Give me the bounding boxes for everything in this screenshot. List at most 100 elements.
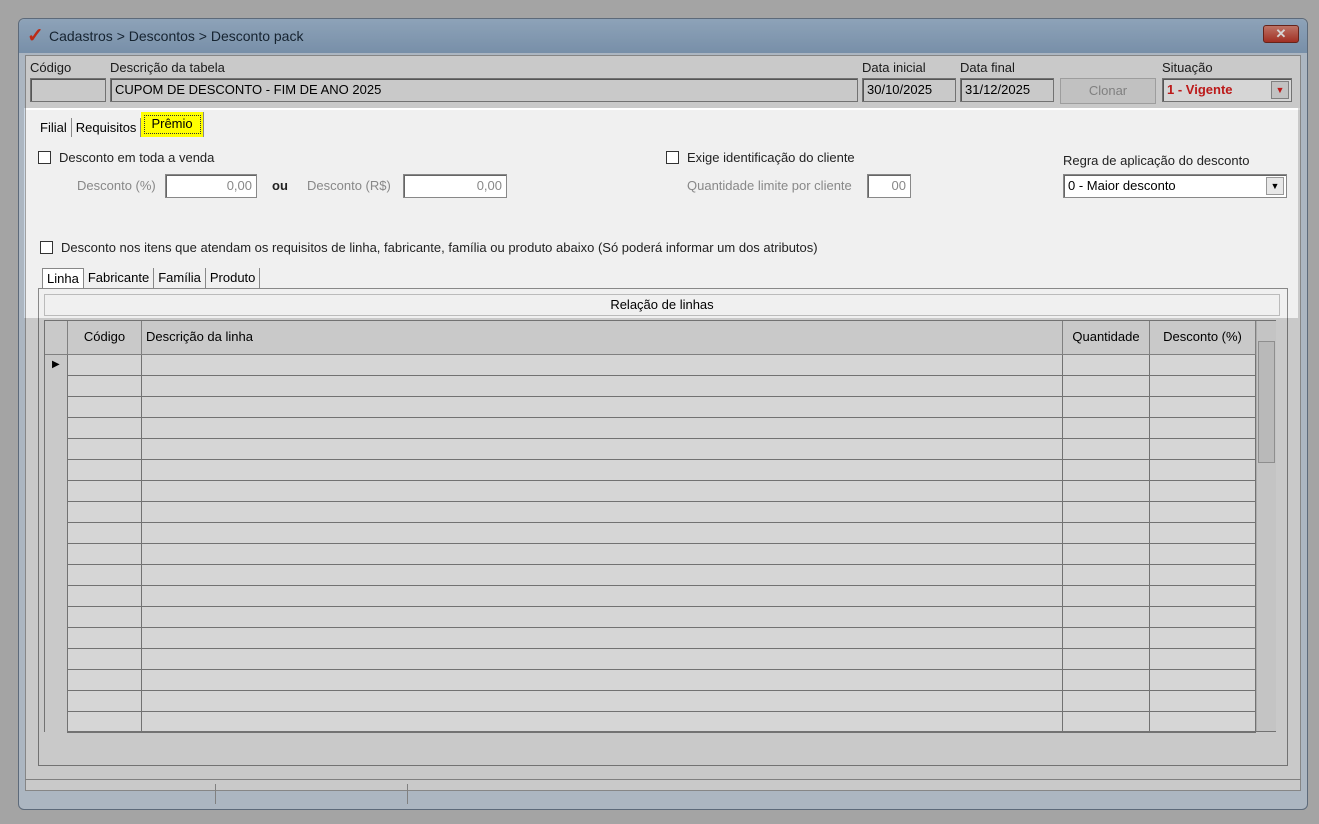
qtd-limite-field[interactable]: 00: [867, 174, 911, 198]
vertical-scrollbar[interactable]: [1256, 321, 1276, 731]
desconto-itens-checkbox[interactable]: [40, 241, 53, 254]
table-cell[interactable]: [1063, 670, 1150, 691]
table-row[interactable]: [45, 502, 1256, 523]
chevron-down-icon[interactable]: ▼: [1266, 177, 1284, 195]
col-codigo[interactable]: Código: [68, 321, 142, 355]
tab-filial[interactable]: Filial: [36, 118, 72, 137]
table-cell[interactable]: [1063, 397, 1150, 418]
clonar-button[interactable]: Clonar: [1060, 78, 1156, 104]
table-cell[interactable]: [1150, 544, 1256, 565]
table-row[interactable]: [45, 481, 1256, 502]
table-cell[interactable]: [1063, 523, 1150, 544]
col-descricao[interactable]: Descrição da linha: [142, 321, 1063, 355]
table-cell[interactable]: [1150, 355, 1256, 376]
table-cell[interactable]: [68, 355, 142, 376]
data-final-field[interactable]: 31/12/2025: [960, 78, 1054, 102]
table-row[interactable]: [45, 397, 1256, 418]
table-cell[interactable]: [68, 376, 142, 397]
table-cell[interactable]: [1063, 376, 1150, 397]
close-button[interactable]: ✕: [1263, 25, 1299, 43]
table-row[interactable]: ▶: [45, 355, 1256, 376]
table-cell[interactable]: [142, 628, 1063, 649]
regra-select[interactable]: 0 - Maior desconto ▼: [1063, 174, 1287, 198]
codigo-field[interactable]: [30, 78, 106, 102]
table-row[interactable]: [45, 523, 1256, 544]
table-cell[interactable]: [142, 376, 1063, 397]
table-cell[interactable]: [1063, 712, 1150, 733]
table-cell[interactable]: [1063, 460, 1150, 481]
desconto-rs-field[interactable]: 0,00: [403, 174, 507, 198]
table-row[interactable]: [45, 544, 1256, 565]
table-cell[interactable]: [68, 565, 142, 586]
table-row[interactable]: [45, 565, 1256, 586]
table-row[interactable]: [45, 439, 1256, 460]
table-row[interactable]: [45, 628, 1256, 649]
table-cell[interactable]: [1063, 691, 1150, 712]
table-row[interactable]: [45, 586, 1256, 607]
table-cell[interactable]: [68, 502, 142, 523]
descricao-field[interactable]: CUPOM DE DESCONTO - FIM DE ANO 2025: [110, 78, 858, 102]
table-cell[interactable]: [142, 712, 1063, 733]
tab-fabricante[interactable]: Fabricante: [84, 268, 155, 288]
table-cell[interactable]: [1063, 355, 1150, 376]
table-cell[interactable]: [68, 649, 142, 670]
table-cell[interactable]: [1063, 565, 1150, 586]
table-row[interactable]: [45, 712, 1256, 733]
table-cell[interactable]: [142, 670, 1063, 691]
tab-produto[interactable]: Produto: [206, 268, 261, 288]
table-cell[interactable]: [68, 481, 142, 502]
table-cell[interactable]: [1150, 460, 1256, 481]
table-cell[interactable]: [1063, 502, 1150, 523]
table-cell[interactable]: [1150, 565, 1256, 586]
table-cell[interactable]: [1063, 628, 1150, 649]
table-row[interactable]: [45, 691, 1256, 712]
table-cell[interactable]: [68, 628, 142, 649]
table-cell[interactable]: [142, 418, 1063, 439]
table-cell[interactable]: [1150, 670, 1256, 691]
table-row[interactable]: [45, 418, 1256, 439]
col-desconto[interactable]: Desconto (%): [1150, 321, 1256, 355]
table-cell[interactable]: [1063, 607, 1150, 628]
table-cell[interactable]: [1150, 397, 1256, 418]
linhas-grid[interactable]: Código Descrição da linha Quantidade Des…: [44, 320, 1276, 733]
table-cell[interactable]: [68, 607, 142, 628]
table-cell[interactable]: [1150, 376, 1256, 397]
table-cell[interactable]: [142, 544, 1063, 565]
table-row[interactable]: [45, 376, 1256, 397]
tab-premio[interactable]: Prêmio: [141, 112, 204, 137]
table-cell[interactable]: [142, 481, 1063, 502]
chevron-down-icon[interactable]: ▼: [1271, 81, 1289, 99]
table-row[interactable]: [45, 607, 1256, 628]
table-cell[interactable]: [68, 460, 142, 481]
table-row[interactable]: [45, 649, 1256, 670]
table-cell[interactable]: [1150, 712, 1256, 733]
table-cell[interactable]: [1150, 586, 1256, 607]
table-cell[interactable]: [142, 649, 1063, 670]
table-cell[interactable]: [68, 523, 142, 544]
table-cell[interactable]: [1150, 439, 1256, 460]
table-cell[interactable]: [68, 712, 142, 733]
table-cell[interactable]: [1150, 607, 1256, 628]
tab-requisitos[interactable]: Requisitos: [72, 118, 142, 137]
data-inicial-field[interactable]: 30/10/2025: [862, 78, 956, 102]
table-cell[interactable]: [1063, 481, 1150, 502]
situacao-select[interactable]: 1 - Vigente ▼: [1162, 78, 1292, 102]
table-cell[interactable]: [1063, 586, 1150, 607]
table-cell[interactable]: [142, 460, 1063, 481]
table-cell[interactable]: [68, 544, 142, 565]
table-cell[interactable]: [68, 397, 142, 418]
table-cell[interactable]: [68, 439, 142, 460]
table-cell[interactable]: [142, 565, 1063, 586]
table-cell[interactable]: [1150, 628, 1256, 649]
desconto-toda-venda-checkbox[interactable]: [38, 151, 51, 164]
table-cell[interactable]: [142, 586, 1063, 607]
table-cell[interactable]: [1063, 439, 1150, 460]
col-quantidade[interactable]: Quantidade: [1063, 321, 1150, 355]
table-cell[interactable]: [1150, 523, 1256, 544]
table-cell[interactable]: [142, 397, 1063, 418]
table-cell[interactable]: [142, 439, 1063, 460]
table-cell[interactable]: [142, 523, 1063, 544]
exige-id-checkbox[interactable]: [666, 151, 679, 164]
table-cell[interactable]: [142, 607, 1063, 628]
tab-familia[interactable]: Família: [154, 268, 206, 288]
